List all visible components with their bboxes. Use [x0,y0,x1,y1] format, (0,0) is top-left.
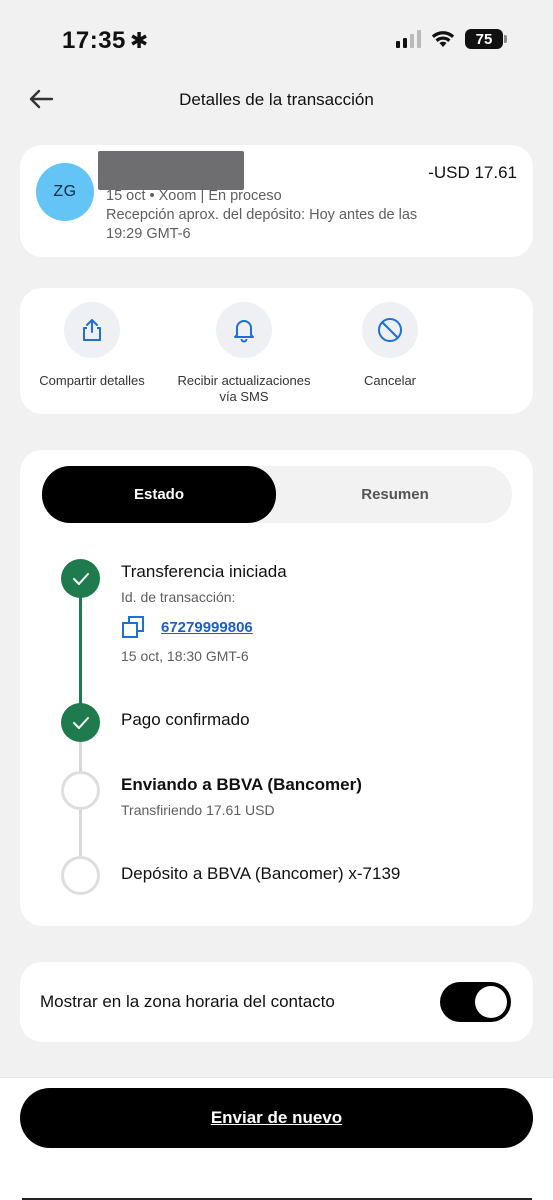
page-title: Detalles de la transacción [179,90,374,109]
status-card: Estado Resumen Transferencia iniciada Id… [20,450,533,926]
wifi-icon [431,31,455,47]
step-complete-icon [61,703,100,742]
transaction-meta: 15 oct • Xoom | En proceso [106,188,282,204]
resend-button[interactable]: Enviar de nuevo [20,1088,533,1148]
step-complete-icon [61,559,100,598]
step-pending-icon [61,856,100,895]
initiated-timestamp: 15 oct, 18:30 GMT-6 [121,648,249,664]
cancel-label: Cancelar [363,373,417,388]
timeline-connector-complete [79,580,82,720]
status-bar: 17:35 ✱ 75 [0,0,553,80]
toggle-knob [475,986,507,1018]
clock-text: 17:35 [62,27,126,54]
transaction-id-row: 67279999806 [121,615,253,639]
timezone-toggle[interactable] [440,982,511,1022]
timezone-toggle-card: Mostrar en la zona horaria del contacto [20,962,533,1042]
transaction-id-link[interactable]: 67279999806 [161,619,253,636]
copy-icon[interactable] [121,615,147,639]
header: Detalles de la transacción [0,80,553,120]
transaction-card: ZG -USD 17.61 15 oct • Xoom | En proceso… [20,145,533,257]
transaction-amount: -USD 17.61 [428,163,517,182]
sending-subtitle: Transfiriendo 17.61 USD [121,802,275,818]
avatar: ZG [36,163,94,221]
status-glyph: ✱ [129,28,149,53]
step-payment-confirmed: Pago confirmado [121,710,250,729]
bell-icon [216,302,272,358]
share-details-label: Compartir detalles [39,373,145,388]
status-timeline: Transferencia iniciada Id. de transacció… [20,450,533,926]
step-transfer-initiated: Transferencia iniciada [121,562,287,581]
step-pending-icon [61,771,100,810]
redacted-recipient-name [98,151,244,190]
actions-card: Compartir detalles Recibir actualizacion… [20,288,533,414]
deposit-eta: Recepción aprox. del depósito: Hoy antes… [106,207,418,242]
share-icon [64,302,120,358]
bottom-action-bar: Enviar de nuevo [0,1077,553,1200]
status-icons: 75 [396,29,507,49]
step-sending-to-bank: Enviando a BBVA (Bancomer) [121,775,362,794]
transaction-id-label: Id. de transacción: [121,589,236,605]
sms-updates-label: Recibir actualizaciones vía SMS [177,373,311,404]
step-deposit: Depósito a BBVA (Bancomer) x-7139 [121,864,401,883]
share-details-button[interactable]: Compartir detalles [34,302,150,389]
cellular-signal-icon [396,30,421,48]
battery-icon: 75 [465,29,507,49]
cancel-icon [362,302,418,358]
status-time: 17:35 ✱ [62,27,149,55]
timezone-toggle-label: Mostrar en la zona horaria del contacto [40,992,335,1011]
cancel-transfer-button[interactable]: Cancelar [345,302,435,389]
battery-level: 75 [475,30,493,48]
sms-updates-button[interactable]: Recibir actualizaciones vía SMS [170,302,318,405]
